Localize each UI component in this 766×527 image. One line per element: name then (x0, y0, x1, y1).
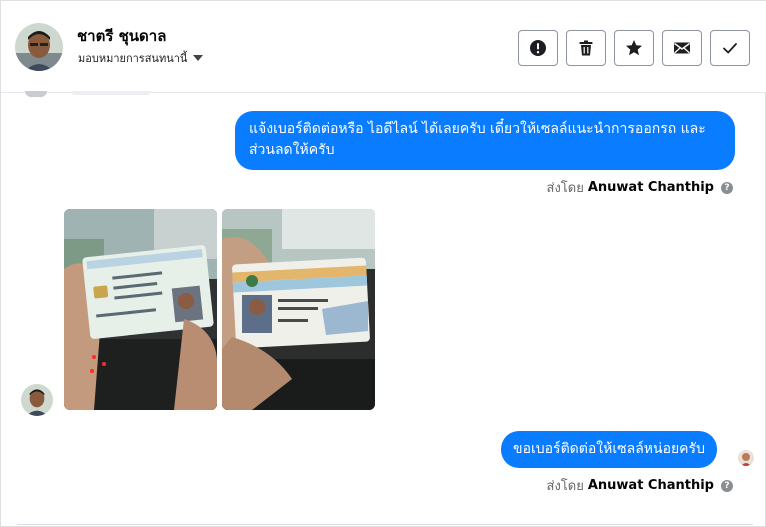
previous-bubble-edge (71, 91, 151, 95)
conversation-header: ชาตรี ชุนดาล มอบหมายการสนทนานี้ (1, 1, 766, 93)
previous-avatar-edge (25, 91, 47, 97)
caret-down-icon (193, 55, 204, 61)
alert-circle-icon (530, 40, 546, 56)
outgoing-message-bubble[interactable]: ขอเบอร์ติดต่อให้เซลล์หน่อยครับ (501, 431, 717, 468)
mark-done-button[interactable] (710, 30, 750, 66)
delete-button[interactable] (566, 30, 606, 66)
conversation-panel: ชาตรี ชุนดาล มอบหมายการสนทนานี้ แจ้งเบอร… (0, 0, 766, 527)
sent-by-label: ส่งโดย Anuwat Chanthip ? (547, 177, 733, 198)
sender-name: Anuwat Chanthip (587, 180, 714, 195)
conversation-actions (518, 30, 750, 66)
check-icon (723, 43, 737, 54)
composer-divider (17, 524, 753, 525)
help-icon[interactable]: ? (721, 181, 733, 194)
envelope-icon (674, 42, 690, 54)
id-card-photo[interactable] (64, 209, 217, 410)
contact-avatar-small[interactable] (21, 384, 53, 416)
outgoing-message-bubble[interactable]: แจ้งเบอร์ติดต่อหรือ ไอดีไลน์ ได้เลยครับ … (235, 111, 735, 170)
help-icon[interactable]: ? (721, 479, 733, 492)
star-button[interactable] (614, 30, 654, 66)
sent-by-label: ส่งโดย Anuwat Chanthip ? (547, 475, 733, 496)
trash-icon (579, 40, 593, 56)
star-icon (626, 40, 642, 56)
seen-by-avatar (738, 450, 754, 466)
license-card-photo[interactable] (222, 209, 375, 410)
mark-unread-button[interactable] (662, 30, 702, 66)
assign-conversation-dropdown[interactable]: มอบหมายการสนทนานี้ (78, 49, 204, 67)
assign-label: มอบหมายการสนทนานี้ (78, 52, 188, 65)
sent-by-prefix: ส่งโดย (546, 181, 584, 196)
sender-name: Anuwat Chanthip (587, 478, 714, 493)
sent-by-prefix: ส่งโดย (546, 479, 584, 494)
contact-name[interactable]: ชาตรี ชุนดาล (77, 24, 166, 48)
report-button[interactable] (518, 30, 558, 66)
contact-avatar[interactable] (15, 23, 63, 71)
